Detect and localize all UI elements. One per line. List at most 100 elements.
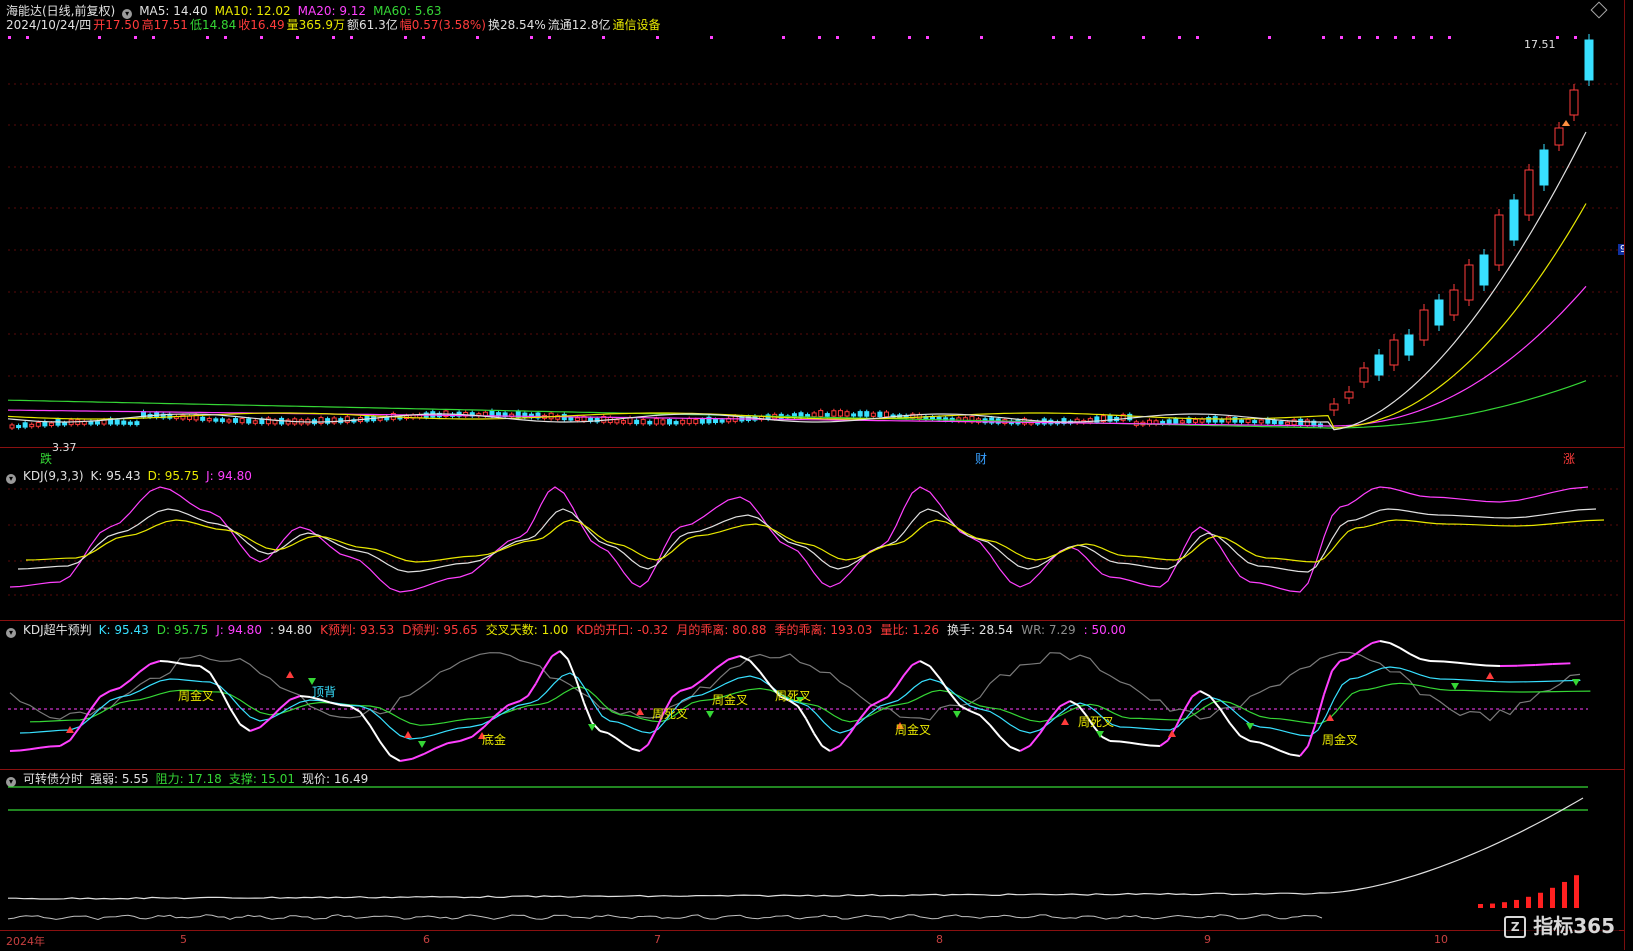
kdj2-j-segment (50, 746, 60, 747)
candle (95, 422, 99, 424)
kdj2-j-segment (100, 691, 110, 697)
up-arrow-icon (1168, 730, 1176, 737)
up-arrow-icon (404, 731, 412, 738)
kdj2-j-segment (40, 747, 50, 748)
kdj2-j-segment (1030, 733, 1040, 745)
kdj2-j-segment (1140, 744, 1150, 745)
kdj2-j-segment (814, 733, 822, 745)
signal-dot (1448, 36, 1451, 39)
kdj2-j-segment (250, 727, 260, 731)
candle (963, 418, 967, 422)
kdj2-j-segment (120, 680, 130, 687)
signal-dot (1412, 36, 1415, 39)
kdj2-j-segment (1390, 643, 1400, 648)
signal-dot (710, 36, 713, 39)
kdj2-j-segment (1348, 654, 1356, 659)
kdj-j-line (10, 487, 1588, 592)
right-scrollbar[interactable] (1624, 0, 1633, 950)
rise-mark: 涨 (1563, 450, 1575, 467)
bond-price-line (8, 798, 1583, 899)
candle (694, 420, 698, 424)
kdj2-j-segment (1230, 723, 1240, 735)
down-arrow-icon (418, 741, 426, 748)
signal-dot (404, 36, 407, 39)
kdj2-j-segment (552, 651, 560, 656)
candle (36, 422, 40, 426)
kdj2-j-segment (960, 706, 970, 711)
candle (852, 414, 856, 416)
candle (1286, 422, 1290, 424)
signal-dot (1358, 36, 1361, 39)
candle (1345, 392, 1353, 398)
candle (858, 412, 862, 416)
kdj2-j-segment (1130, 743, 1140, 744)
peak-marker (1562, 120, 1570, 126)
kdj2-j-segment (912, 661, 920, 665)
candle (30, 424, 34, 426)
candle (1220, 419, 1224, 422)
down-arrow-icon (1572, 679, 1580, 686)
candle (220, 419, 224, 422)
fall-mark: 跌 (40, 450, 52, 467)
up-arrow-icon (1061, 718, 1069, 725)
signal-dot (782, 36, 785, 39)
candle (1435, 300, 1443, 325)
bond-chart[interactable] (0, 770, 1625, 929)
up-arrow-icon (636, 708, 644, 715)
kdj2-j-segment (1192, 691, 1200, 697)
signal-dot (1178, 36, 1181, 39)
kdj2-j-segment (160, 661, 168, 662)
signal-dot (980, 36, 983, 39)
x-axis-label: 9 (1204, 933, 1211, 946)
candle (569, 418, 573, 420)
kdj2-j-segment (380, 742, 390, 756)
price-chart[interactable] (0, 0, 1625, 447)
kdj2-j-segment (1472, 664, 1486, 665)
kdj2-j-segment (520, 696, 528, 701)
kdj2-j-segment (1240, 736, 1250, 741)
kdj2-j-segment (110, 688, 120, 691)
signal-dot (1088, 36, 1091, 39)
kdj2-j-segment (1340, 659, 1348, 661)
kdj2-j-segment (1060, 701, 1070, 706)
signal-dot (350, 36, 353, 39)
down-arrow-icon (588, 724, 596, 731)
candle (1128, 414, 1132, 419)
down-arrow-icon (953, 711, 961, 718)
kdj2-j-segment (568, 659, 576, 679)
signal-dot (1376, 36, 1379, 39)
kdj2-j-segment (448, 741, 460, 743)
candle (1180, 421, 1184, 423)
signal-dot (1070, 36, 1073, 39)
price-panel: 海能达(日线,前复权)▾MA5: 14.40MA10: 12.02MA20: 9… (0, 0, 1625, 448)
candle (227, 420, 231, 422)
candle (122, 421, 126, 424)
kdj2-chart[interactable] (0, 621, 1625, 769)
candle (1420, 310, 1428, 340)
kdj2-j-segment (822, 746, 830, 751)
kdj2-j-segment (798, 706, 806, 718)
signal-dot (296, 36, 299, 39)
kdj2-j-segment (880, 697, 888, 701)
signal-dot (476, 36, 479, 39)
annotation-label: 周死叉 (1078, 713, 1114, 730)
kdj2-j-segment (20, 749, 30, 750)
candle (674, 422, 678, 424)
kdj2-j-segment (536, 669, 544, 684)
candle (832, 411, 836, 416)
kdj-chart[interactable] (0, 467, 1625, 620)
candle (687, 419, 691, 424)
candle (1299, 419, 1303, 425)
candle (615, 420, 619, 423)
signal-dot (1196, 36, 1199, 39)
candle (1480, 255, 1488, 285)
volume-bar (1502, 902, 1507, 908)
kdj2-j-segment (544, 656, 552, 668)
candle (1450, 290, 1458, 315)
financial-mark[interactable]: 财 (975, 450, 987, 467)
kdj2-j-segment (508, 701, 520, 705)
signal-dot (98, 36, 101, 39)
candle (23, 423, 27, 427)
kdj2-j-segment (340, 705, 350, 706)
candle (1207, 418, 1211, 423)
